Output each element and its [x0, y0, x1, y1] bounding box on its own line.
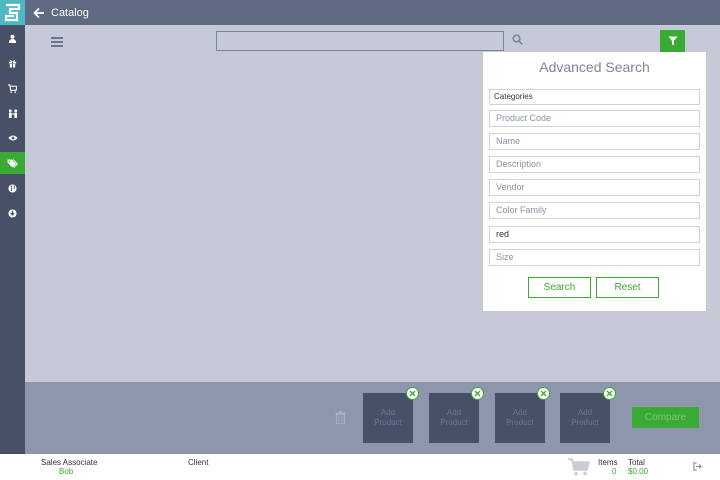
client-label[interactable]: Client [188, 458, 208, 467]
slot-label-line1: Add [577, 408, 593, 417]
sales-associate-value[interactable]: Bob [59, 467, 73, 476]
compare-slot[interactable]: Add Product [429, 393, 479, 443]
slot-label-line1: Add [446, 408, 462, 417]
search-input[interactable] [216, 31, 504, 51]
arrow-left-icon [33, 7, 44, 18]
remove-slot-button[interactable] [537, 387, 550, 400]
search-button[interactable] [512, 34, 523, 48]
cart-icon [8, 83, 17, 93]
vendor-field[interactable]: Vendor [489, 179, 700, 196]
close-icon [540, 390, 547, 397]
search-button[interactable]: Search [528, 277, 591, 298]
items-label: Items [598, 458, 618, 467]
eye-icon [7, 135, 18, 141]
remove-slot-button[interactable] [471, 387, 484, 400]
sidebar [0, 0, 25, 454]
sidebar-item-watchlist[interactable] [0, 127, 25, 149]
clear-compare-button[interactable] [335, 411, 346, 427]
compare-slot[interactable]: Add Product [560, 393, 610, 443]
menu-line-icon [51, 41, 63, 43]
sidebar-item-customer[interactable] [0, 27, 25, 49]
remove-slot-button[interactable] [603, 387, 616, 400]
description-field[interactable]: Description [489, 156, 700, 173]
menu-line-icon [51, 45, 63, 47]
filter-button[interactable] [660, 30, 685, 52]
cart-button[interactable] [568, 458, 590, 479]
search-icon [512, 34, 523, 45]
slot-label-line1: Add [512, 408, 528, 417]
sign-out-button[interactable] [693, 462, 702, 474]
gift-icon [8, 59, 17, 68]
user-icon [8, 34, 17, 43]
footer-bar: Sales Associate Bob Client Items 0 Total… [0, 454, 720, 480]
color-family-field[interactable]: Color Family [489, 202, 700, 219]
compare-tray: Add Product Add Product Add Product Add … [25, 382, 720, 454]
app-logo[interactable] [0, 0, 25, 25]
close-icon [474, 390, 481, 397]
filter-icon [668, 36, 677, 46]
sign-out-icon [693, 462, 702, 471]
name-field[interactable]: Name [489, 133, 700, 150]
compare-button[interactable]: Compare [632, 407, 699, 428]
close-icon [409, 390, 416, 397]
menu-line-icon [51, 37, 63, 39]
color-field[interactable]: red [489, 226, 700, 243]
categories-select[interactable]: Categories [489, 89, 700, 105]
tags-icon [7, 158, 18, 168]
globe-icon [8, 183, 17, 193]
sidebar-item-web[interactable] [0, 177, 25, 199]
sidebar-item-catalog[interactable] [0, 152, 25, 174]
advanced-search-panel: Advanced Search Categories Product Code … [483, 52, 706, 311]
total-label: Total [628, 458, 645, 467]
slot-label-line2: Product [571, 418, 599, 427]
items-count: 0 [612, 467, 617, 476]
download-icon [8, 208, 17, 218]
slot-label-line2: Product [374, 418, 402, 427]
top-bar: Catalog [25, 0, 720, 25]
slot-label-line1: Add [380, 408, 396, 417]
total-value: $0.00 [628, 467, 649, 476]
logo-icon [4, 3, 21, 22]
reset-button[interactable]: Reset [596, 277, 659, 298]
product-code-field[interactable]: Product Code [489, 110, 700, 127]
size-field[interactable]: Size [489, 249, 700, 266]
compare-slot[interactable]: Add Product [363, 393, 413, 443]
sidebar-item-clients[interactable] [0, 102, 25, 124]
close-icon [606, 390, 613, 397]
sidebar-item-cart[interactable] [0, 77, 25, 99]
page-title: Catalog [51, 6, 89, 19]
sales-associate-label: Sales Associate [41, 458, 98, 467]
remove-slot-button[interactable] [406, 387, 419, 400]
shopping-cart-icon [568, 458, 590, 476]
people-icon [8, 108, 17, 118]
compare-slot[interactable]: Add Product [495, 393, 545, 443]
sidebar-item-download[interactable] [0, 202, 25, 224]
advanced-search-title: Advanced Search [539, 59, 650, 75]
slot-label-line2: Product [440, 418, 468, 427]
back-button[interactable] [33, 6, 47, 20]
trash-icon [335, 411, 346, 425]
sidebar-item-gifts[interactable] [0, 52, 25, 74]
menu-button[interactable] [51, 37, 63, 47]
slot-label-line2: Product [506, 418, 534, 427]
